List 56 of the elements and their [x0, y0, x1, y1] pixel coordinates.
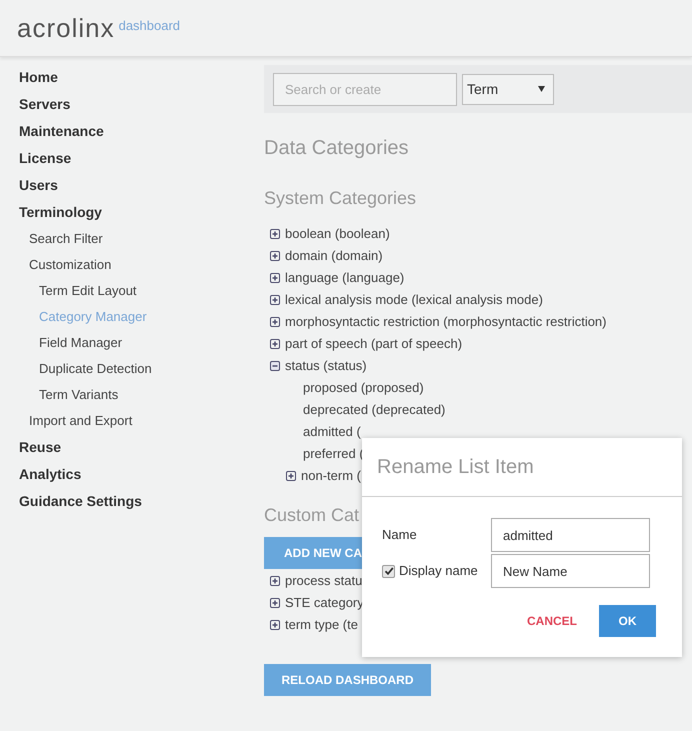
search-field[interactable]: Search or create	[273, 72, 457, 106]
sidebar-item[interactable]: License	[19, 148, 72, 169]
expand-icon[interactable]	[270, 620, 280, 630]
sidebar-item[interactable]: Analytics	[19, 464, 82, 485]
cancel-button[interactable]: CANCEL	[527, 612, 577, 630]
page-title: Data Categories	[264, 136, 410, 159]
category-label[interactable]: language (language)	[285, 268, 404, 288]
expand-icon[interactable]	[270, 339, 280, 349]
expand-icon[interactable]	[270, 273, 280, 283]
category-label[interactable]: status (status)	[285, 356, 367, 376]
logo-subtitle: dashboard	[118, 17, 180, 36]
sidebar-item[interactable]: Field Manager	[39, 333, 122, 353]
dialog-title: Rename List Item	[362, 438, 682, 497]
field-label: Name	[382, 526, 417, 544]
collapse-icon[interactable]	[270, 361, 280, 371]
category-label[interactable]: boolean (boolean)	[285, 224, 390, 244]
category-label[interactable]: proposed (proposed)	[303, 378, 424, 398]
category-label[interactable]: deprecated (deprecated)	[303, 400, 446, 420]
sidebar-item[interactable]: Maintenance	[19, 121, 104, 142]
expand-icon[interactable]	[270, 598, 280, 608]
expand-icon[interactable]	[270, 229, 280, 239]
dropdown-arrow-icon	[538, 86, 545, 92]
text-field[interactable]: admitted	[491, 518, 650, 552]
sidebar-item[interactable]: Import and Export	[29, 411, 132, 431]
category-label[interactable]: process statu	[285, 571, 362, 591]
category-label[interactable]: term type (te	[285, 615, 358, 635]
checkbox[interactable]	[382, 564, 395, 578]
category-label[interactable]: STE category	[285, 593, 364, 613]
sidebar-item[interactable]: Reuse	[19, 437, 62, 458]
section-heading: Custom Cat	[264, 504, 360, 526]
expand-icon[interactable]	[270, 295, 280, 305]
category-label[interactable]: domain (domain)	[285, 246, 383, 266]
expand-icon[interactable]	[270, 251, 280, 261]
sidebar-item[interactable]: Users	[19, 175, 58, 196]
category-label[interactable]: morphosyntactic restriction (morphosyntactic restriction)	[285, 312, 606, 332]
category-label[interactable]: admitted (	[303, 422, 361, 442]
section-heading: System Categories	[264, 187, 418, 209]
expand-icon[interactable]	[270, 576, 280, 586]
sidebar-item[interactable]: Guidance Settings	[19, 491, 142, 512]
type-select[interactable]: Term	[462, 74, 554, 104]
category-label[interactable]: non-term (	[301, 466, 361, 486]
logo: acrolinx	[17, 12, 115, 44]
expand-icon[interactable]	[286, 471, 296, 481]
sidebar-item[interactable]: Customization	[29, 255, 112, 275]
expand-icon[interactable]	[270, 317, 280, 327]
sidebar-item[interactable]: Duplicate Detection	[39, 359, 152, 379]
text-field[interactable]: New Name	[491, 554, 650, 588]
sidebar-item[interactable]: Home	[19, 67, 58, 88]
sidebar-item[interactable]: Servers	[19, 94, 70, 115]
category-label[interactable]: part of speech (part of speech)	[285, 334, 462, 354]
sidebar-item[interactable]: Terminology	[19, 202, 102, 223]
sidebar-item[interactable]: Term Edit Layout	[39, 281, 137, 301]
category-label[interactable]: lexical analysis mode (lexical analysis mode)	[285, 290, 543, 310]
field-label: Display name	[399, 562, 478, 580]
sidebar-item[interactable]: Search Filter	[29, 229, 103, 249]
sidebar-item[interactable]: Term Variants	[39, 385, 118, 405]
